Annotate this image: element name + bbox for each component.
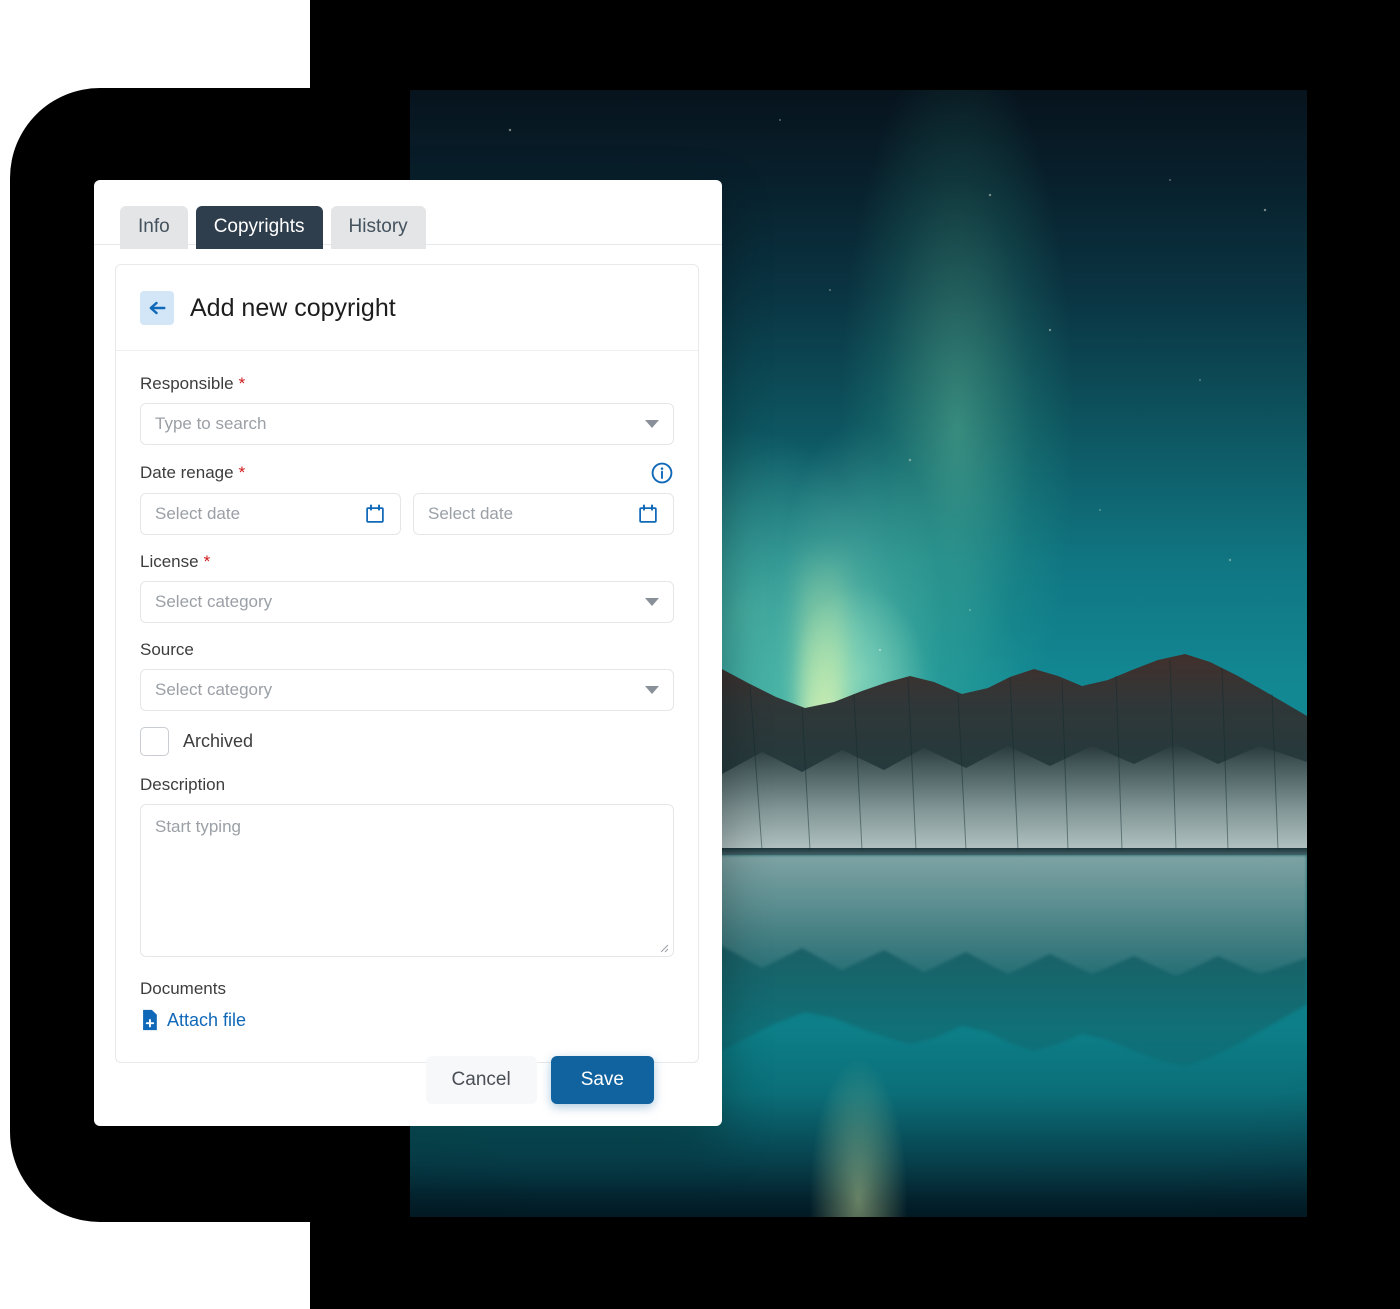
tab-info[interactable]: Info xyxy=(120,206,188,249)
label-description: Description xyxy=(140,774,674,796)
info-circle-icon[interactable] xyxy=(650,461,674,485)
add-copyright-panel: Add new copyright Responsible * Type to … xyxy=(115,264,699,1063)
file-add-icon xyxy=(143,1009,157,1031)
source-placeholder: Select category xyxy=(155,680,273,699)
label-documents: Documents xyxy=(140,979,226,998)
dialog-footer: Cancel Save xyxy=(94,1056,722,1104)
copyright-dialog-card: Info Copyrights History Add new copyrigh… xyxy=(94,180,722,1126)
date-end-placeholder: Select date xyxy=(428,504,514,523)
label-responsible-text: Responsible xyxy=(140,374,234,393)
label-license-text: License xyxy=(140,552,199,571)
tab-history[interactable]: History xyxy=(330,206,426,249)
label-source: Source xyxy=(140,639,674,661)
field-description: Description Start typing xyxy=(140,774,674,957)
description-placeholder: Start typing xyxy=(155,817,241,836)
save-button[interactable]: Save xyxy=(550,1056,654,1104)
label-license: License * xyxy=(140,551,674,573)
label-date-range: Date renage * xyxy=(140,462,245,484)
calendar-icon xyxy=(639,504,657,523)
label-responsible: Responsible * xyxy=(140,373,674,395)
responsible-placeholder: Type to search xyxy=(155,414,267,433)
required-asterisk: * xyxy=(203,552,211,571)
label-date-range-text: Date renage xyxy=(140,463,234,482)
description-textarea[interactable]: Start typing xyxy=(140,804,674,957)
panel-header: Add new copyright xyxy=(116,265,698,351)
field-license: License * Select category xyxy=(140,551,674,623)
panel-body: Responsible * Type to search Date renage… xyxy=(116,351,698,1062)
chevron-down-icon xyxy=(645,420,659,428)
date-start-input[interactable]: Select date xyxy=(140,493,401,535)
archived-label: Archived xyxy=(183,731,254,751)
date-range-inputs: Select date Select date xyxy=(140,493,674,535)
field-archived[interactable]: Archived xyxy=(140,727,674,756)
source-select[interactable]: Select category xyxy=(140,669,674,711)
field-source: Source Select category xyxy=(140,639,674,711)
back-button[interactable] xyxy=(140,290,174,325)
cancel-button[interactable]: Cancel xyxy=(425,1056,537,1104)
responsible-select[interactable]: Type to search xyxy=(140,403,674,445)
calendar-icon xyxy=(366,504,384,523)
license-select[interactable]: Select category xyxy=(140,581,674,623)
screenshot-stage: Info Copyrights History Add new copyrigh… xyxy=(0,0,1400,1309)
resize-handle-icon[interactable] xyxy=(657,941,669,953)
attach-file-label: Attach file xyxy=(167,1010,247,1030)
chevron-down-icon xyxy=(645,598,659,606)
required-asterisk: * xyxy=(238,463,246,482)
date-start-placeholder: Select date xyxy=(155,504,241,523)
page-title: Add new copyright xyxy=(190,293,396,322)
tab-copyrights[interactable]: Copyrights xyxy=(195,206,323,249)
chevron-down-icon xyxy=(645,686,659,694)
tab-bar: Info Copyrights History xyxy=(120,206,426,249)
date-end-input[interactable]: Select date xyxy=(413,493,674,535)
arrow-left-icon xyxy=(149,301,166,314)
license-placeholder: Select category xyxy=(155,592,273,611)
label-description-text: Description xyxy=(140,775,226,794)
label-row-date-range: Date renage * xyxy=(140,461,674,485)
label-source-text: Source xyxy=(140,640,194,659)
required-asterisk: * xyxy=(238,374,246,393)
attach-file-button[interactable]: Attach file xyxy=(140,1009,246,1031)
field-date-range: Date renage * Select date Select date xyxy=(140,461,674,535)
archived-checkbox[interactable] xyxy=(140,727,169,756)
field-responsible: Responsible * Type to search xyxy=(140,373,674,445)
